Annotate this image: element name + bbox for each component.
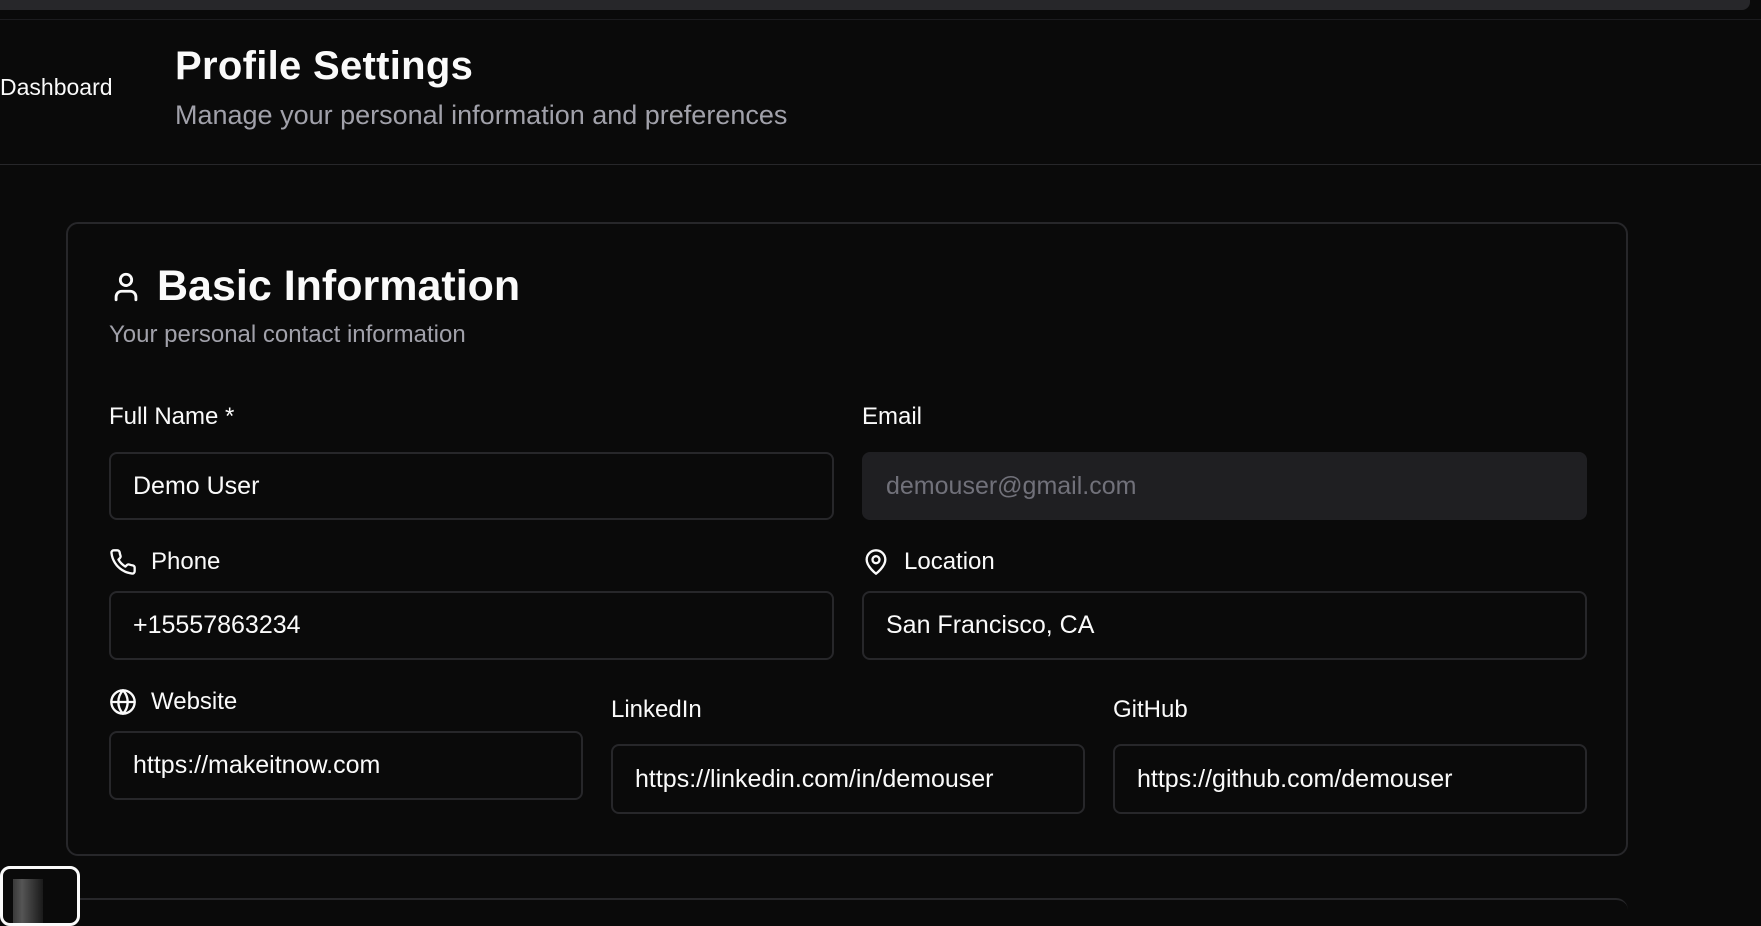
card-title-row: Basic Information xyxy=(109,262,520,311)
user-icon xyxy=(109,270,143,304)
full-name-input[interactable] xyxy=(109,452,834,520)
page-title: Profile Settings xyxy=(175,44,474,88)
next-card-edge xyxy=(66,898,1628,920)
card-description: Your personal contact information xyxy=(109,321,466,348)
full-name-label: Full Name * xyxy=(109,403,234,431)
browser-top-bar xyxy=(0,0,1750,10)
linkedin-label: LinkedIn xyxy=(611,696,702,724)
website-label-text: Website xyxy=(151,688,238,715)
page-subtitle: Manage your personal information and pre… xyxy=(175,100,788,130)
globe-icon xyxy=(109,688,137,716)
github-input[interactable] xyxy=(1113,744,1587,814)
linkedin-input[interactable] xyxy=(611,744,1085,814)
page-header xyxy=(0,20,1761,165)
location-label: Location xyxy=(862,548,995,576)
website-label: Website xyxy=(109,688,237,716)
location-input[interactable] xyxy=(862,591,1587,660)
phone-label: Phone xyxy=(109,548,220,576)
card-title: Basic Information xyxy=(157,262,521,310)
location-label-text: Location xyxy=(904,548,995,575)
preview-thumbnail xyxy=(13,879,43,923)
email-input xyxy=(862,452,1587,520)
website-input[interactable] xyxy=(109,731,583,800)
floating-preview-widget[interactable] xyxy=(0,866,80,926)
nav-dashboard-link[interactable]: Dashboard xyxy=(0,74,113,101)
full-name-label-text: Full Name * xyxy=(109,403,235,430)
phone-input[interactable] xyxy=(109,591,834,660)
email-label: Email xyxy=(862,403,922,431)
phone-label-text: Phone xyxy=(151,548,221,575)
github-label: GitHub xyxy=(1113,696,1188,724)
github-label-text: GitHub xyxy=(1113,696,1188,723)
linkedin-label-text: LinkedIn xyxy=(611,696,702,723)
email-label-text: Email xyxy=(862,403,923,430)
map-pin-icon xyxy=(862,548,890,576)
phone-icon xyxy=(109,548,137,576)
